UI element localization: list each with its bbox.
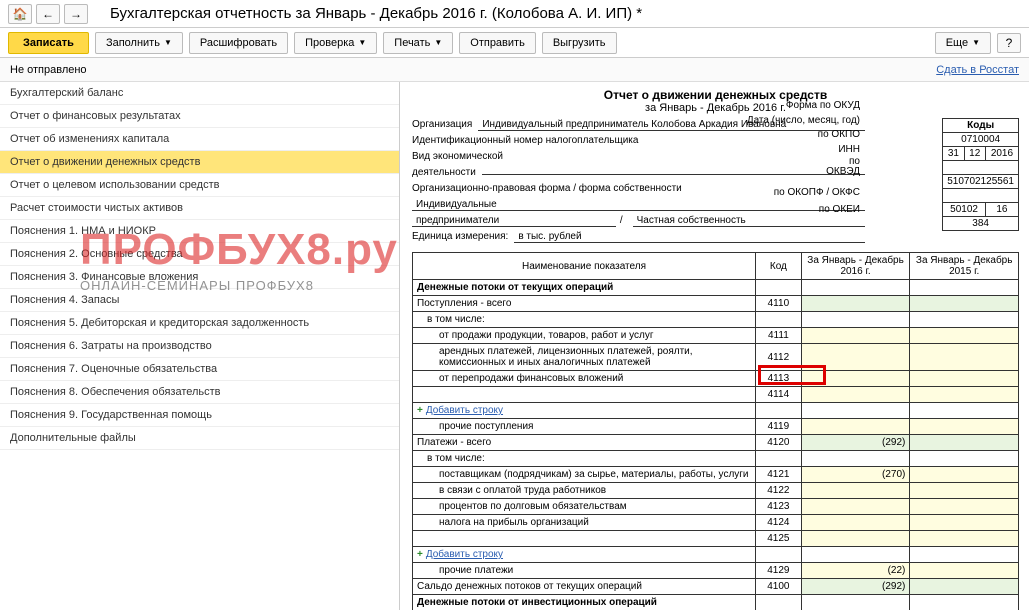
sidebar: Бухгалтерский баланс Отчет о финансовых … bbox=[0, 82, 400, 610]
home-button[interactable]: 🏠 bbox=[8, 4, 32, 24]
sidebar-item-n5[interactable]: Пояснения 5. Дебиторская и кредиторская … bbox=[0, 312, 399, 335]
check-button[interactable]: Проверка ▼ bbox=[294, 32, 377, 54]
chevron-down-icon: ▼ bbox=[434, 38, 442, 47]
report-title: Отчет о движении денежных средств bbox=[412, 88, 1019, 102]
sidebar-item-targetuse[interactable]: Отчет о целевом использовании средств bbox=[0, 174, 399, 197]
okud-code: 0710004 bbox=[943, 133, 1019, 147]
send-button[interactable]: Отправить bbox=[459, 32, 536, 54]
status-text: Не отправлено bbox=[10, 64, 87, 76]
sidebar-item-capital[interactable]: Отчет об изменениях капитала bbox=[0, 128, 399, 151]
opf2-value[interactable]: Частная собственность bbox=[633, 215, 865, 227]
add-row-link[interactable]: Добавить строку bbox=[426, 405, 503, 416]
sidebar-item-balance[interactable]: Бухгалтерский баланс bbox=[0, 82, 399, 105]
fill-button[interactable]: Заполнить ▼ bbox=[95, 32, 183, 54]
opf1-value[interactable]: Индивидуальные bbox=[412, 199, 865, 211]
forward-button[interactable]: → bbox=[64, 4, 88, 24]
chevron-down-icon: ▼ bbox=[972, 38, 980, 47]
report-content: Отчет о движении денежных средств за Янв… bbox=[400, 82, 1029, 610]
write-button[interactable]: Записать bbox=[8, 32, 89, 54]
sidebar-item-n8[interactable]: Пояснения 8. Обеспечения обязательств bbox=[0, 381, 399, 404]
sidebar-item-n2[interactable]: Пояснения 2. Основные средства bbox=[0, 243, 399, 266]
sidebar-item-netassets[interactable]: Расчет стоимости чистых активов bbox=[0, 197, 399, 220]
sidebar-item-n6[interactable]: Пояснения 6. Затраты на производство bbox=[0, 335, 399, 358]
opf1b-value[interactable]: предприниматели bbox=[412, 215, 616, 227]
plus-icon: + bbox=[417, 405, 423, 416]
more-button[interactable]: Еще ▼ bbox=[935, 32, 991, 54]
back-button[interactable]: ← bbox=[36, 4, 60, 24]
rosstat-link[interactable]: Сдать в Росстат bbox=[936, 64, 1019, 76]
sidebar-item-cashflow[interactable]: Отчет о движении денежных средств bbox=[0, 151, 399, 174]
decrypt-button[interactable]: Расшифровать bbox=[189, 32, 288, 54]
help-button[interactable]: ? bbox=[997, 33, 1021, 53]
cell-4120-p1[interactable]: (292) bbox=[801, 435, 910, 451]
sidebar-item-n9[interactable]: Пояснения 9. Государственная помощь bbox=[0, 404, 399, 427]
plus-icon: + bbox=[417, 549, 423, 560]
sidebar-item-n4[interactable]: Пояснения 4. Запасы bbox=[0, 289, 399, 312]
sidebar-item-n3[interactable]: Пояснения 3. Финансовые вложения bbox=[0, 266, 399, 289]
inn-code[interactable]: 510702125561 bbox=[943, 175, 1019, 189]
report-subtitle: за Январь - Декабрь 2016 г. bbox=[412, 102, 1019, 114]
export-button[interactable]: Выгрузить bbox=[542, 32, 617, 54]
unit-value[interactable]: в тыс. рублей bbox=[514, 231, 865, 243]
chevron-down-icon: ▼ bbox=[358, 38, 366, 47]
main-table: Наименование показателя Код За Январь - … bbox=[412, 252, 1019, 610]
print-button[interactable]: Печать ▼ bbox=[383, 32, 453, 54]
sidebar-item-finresults[interactable]: Отчет о финансовых результатах bbox=[0, 105, 399, 128]
sidebar-item-n1[interactable]: Пояснения 1. НМА и НИОКР bbox=[0, 220, 399, 243]
sidebar-item-files[interactable]: Дополнительные файлы bbox=[0, 427, 399, 450]
activity-value[interactable] bbox=[482, 174, 865, 175]
add-row-link[interactable]: Добавить строку bbox=[426, 549, 503, 560]
sidebar-item-n7[interactable]: Пояснения 7. Оценочные обязательства bbox=[0, 358, 399, 381]
codes-table: Коды 0710004 31122016 510702125561 50102… bbox=[942, 118, 1019, 231]
chevron-down-icon: ▼ bbox=[164, 38, 172, 47]
page-title: Бухгалтерская отчетность за Январь - Дек… bbox=[110, 5, 642, 22]
